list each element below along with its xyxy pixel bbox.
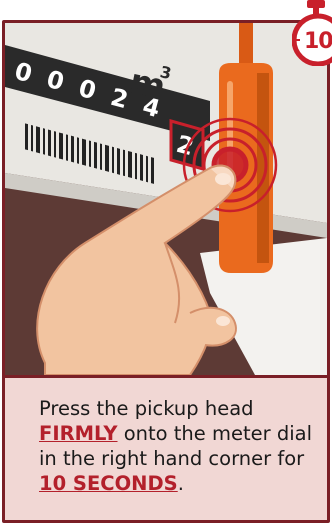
instruction-emphasis-firmly: FIRMLY [39,422,118,445]
instruction-text-part: Press the pickup head [39,397,254,420]
instruction-frame: 0 0 0 2 4 2 m 3 Press the pickup head FI… [2,20,330,523]
meter-illustration: 0 0 0 2 4 2 m 3 [5,23,327,375]
instruction-text: Press the pickup head FIRMLY onto the me… [5,375,327,520]
stopwatch-icon: 10 [291,0,332,67]
instruction-emphasis-duration: 10 SECONDS [39,472,178,495]
stopwatch-label: 10 [304,29,332,54]
instruction-card: 0 0 0 2 4 2 m 3 Press the pickup head FI… [0,0,332,525]
instruction-text-part: . [177,472,184,495]
